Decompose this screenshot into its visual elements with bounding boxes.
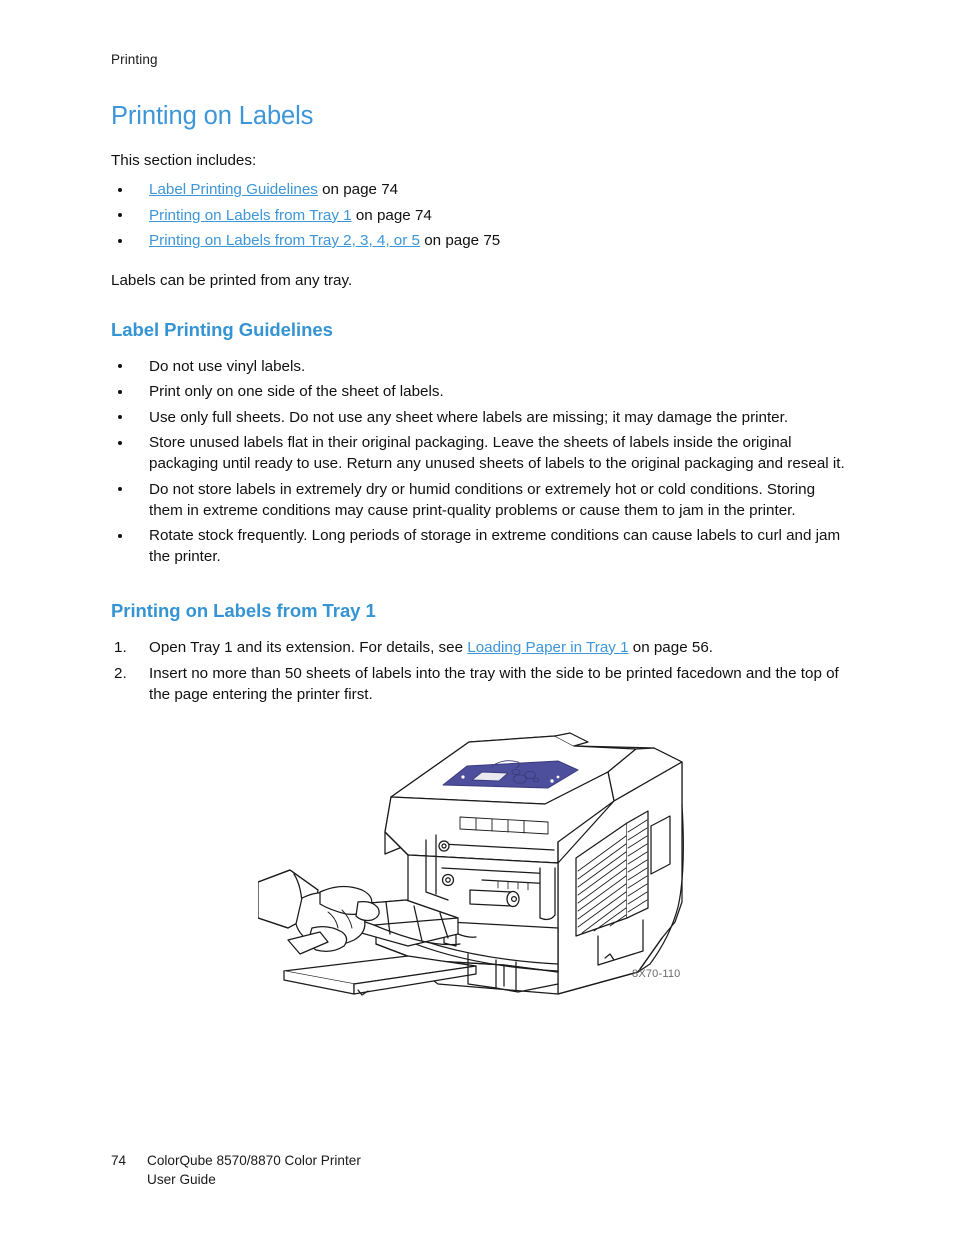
- step-text-prefix: Insert no more than 50 sheets of labels …: [149, 664, 839, 703]
- cross-reference-link[interactable]: Printing on Labels from Tray 2, 3, 4, or…: [149, 232, 420, 249]
- section-heading-label-printing-guidelines: Label Printing Guidelines: [111, 318, 333, 340]
- list-item: Rotate stock frequently. Long periods of…: [111, 525, 853, 567]
- bullet-icon: [118, 364, 122, 368]
- closing-text: Labels can be printed from any tray.: [111, 271, 353, 289]
- bullet-icon: [118, 487, 122, 491]
- bullet-icon: [118, 187, 122, 192]
- list-item: Printing on Labels from Tray 2, 3, 4, or…: [111, 230, 853, 251]
- footer-doc-line: User Guide: [147, 1172, 216, 1187]
- list-item-text: Rotate stock frequently. Long periods of…: [149, 527, 841, 565]
- cross-reference-list: Label Printing Guidelines on page 74 Pri…: [111, 179, 853, 251]
- bullet-icon: [118, 238, 122, 243]
- list-item: Label Printing Guidelines on page 74: [111, 179, 853, 200]
- page-content: Printing on Labels This section includes…: [111, 100, 853, 710]
- figure-printer-tray1-labels: 8X70-110: [258, 722, 708, 1012]
- cross-reference-suffix: on page 75: [419, 232, 501, 249]
- list-item-text: Store unused labels flat in their origin…: [149, 434, 845, 472]
- guidelines-bullet-list: Do not use vinyl labels. Print only on o…: [111, 356, 853, 568]
- cross-reference-link[interactable]: Label Printing Guidelines: [149, 181, 318, 198]
- list-item: 2. Insert no more than 50 sheets of label…: [111, 663, 853, 705]
- list-item: Do not store labels in extremely dry or …: [111, 479, 853, 521]
- printer-body-outline: [258, 732, 684, 996]
- procedure-step-list: 1. Open Tray 1 and its extension. For det…: [111, 637, 853, 705]
- list-item-text: Do not use vinyl labels.: [149, 357, 306, 375]
- page-title: Printing on Labels: [111, 102, 314, 130]
- list-item: Print only on one side of the sheet of l…: [111, 381, 853, 402]
- step-number: 1.: [114, 638, 127, 656]
- bullet-icon: [118, 213, 122, 217]
- cross-reference-suffix: on page 74: [351, 206, 432, 224]
- bullet-icon: [118, 533, 122, 538]
- bullet-icon: [118, 389, 122, 394]
- list-item: Printing on Labels from Tray 1 on page 7…: [111, 205, 853, 226]
- document-page: Printing Printing on Labels This section…: [0, 0, 954, 1235]
- bullet-icon: [118, 415, 122, 419]
- hand-illustration: [258, 869, 380, 955]
- list-item-text: Use only full sheets. Do not use any she…: [149, 408, 789, 426]
- list-item-text: Print only on one side of the sheet of l…: [149, 383, 444, 400]
- cross-reference-suffix: on page 74: [317, 181, 399, 198]
- list-item: Store unused labels flat in their origin…: [111, 432, 853, 474]
- step-text-suffix: on page 56.: [628, 638, 713, 656]
- figure-caption: 8X70-110: [632, 968, 681, 980]
- list-item: 1. Open Tray 1 and its extension. For det…: [111, 637, 853, 658]
- step-number: 2.: [114, 664, 127, 682]
- section-heading-printing-on-labels-from-tray-1: Printing on Labels from Tray 1: [111, 599, 376, 621]
- footer-document-info: ColorQube 8570/8870 Color Printer User G…: [147, 1151, 361, 1189]
- bullet-icon: [118, 440, 122, 445]
- step-text-prefix: Open Tray 1 and its extension. For detai…: [149, 638, 468, 656]
- intro-text: This section includes:: [111, 152, 257, 169]
- list-item: Use only full sheets. Do not use any she…: [111, 407, 853, 428]
- list-item-text: Do not store labels in extremely dry or …: [149, 480, 816, 519]
- list-item: Do not use vinyl labels.: [111, 356, 853, 377]
- running-header: Printing: [111, 52, 158, 67]
- footer-page-number: 74: [111, 1153, 127, 1168]
- footer-product-line: ColorQube 8570/8870 Color Printer: [147, 1153, 361, 1168]
- cross-reference-link[interactable]: Loading Paper in Tray 1: [467, 639, 628, 656]
- cross-reference-link[interactable]: Printing on Labels from Tray 1: [149, 207, 352, 224]
